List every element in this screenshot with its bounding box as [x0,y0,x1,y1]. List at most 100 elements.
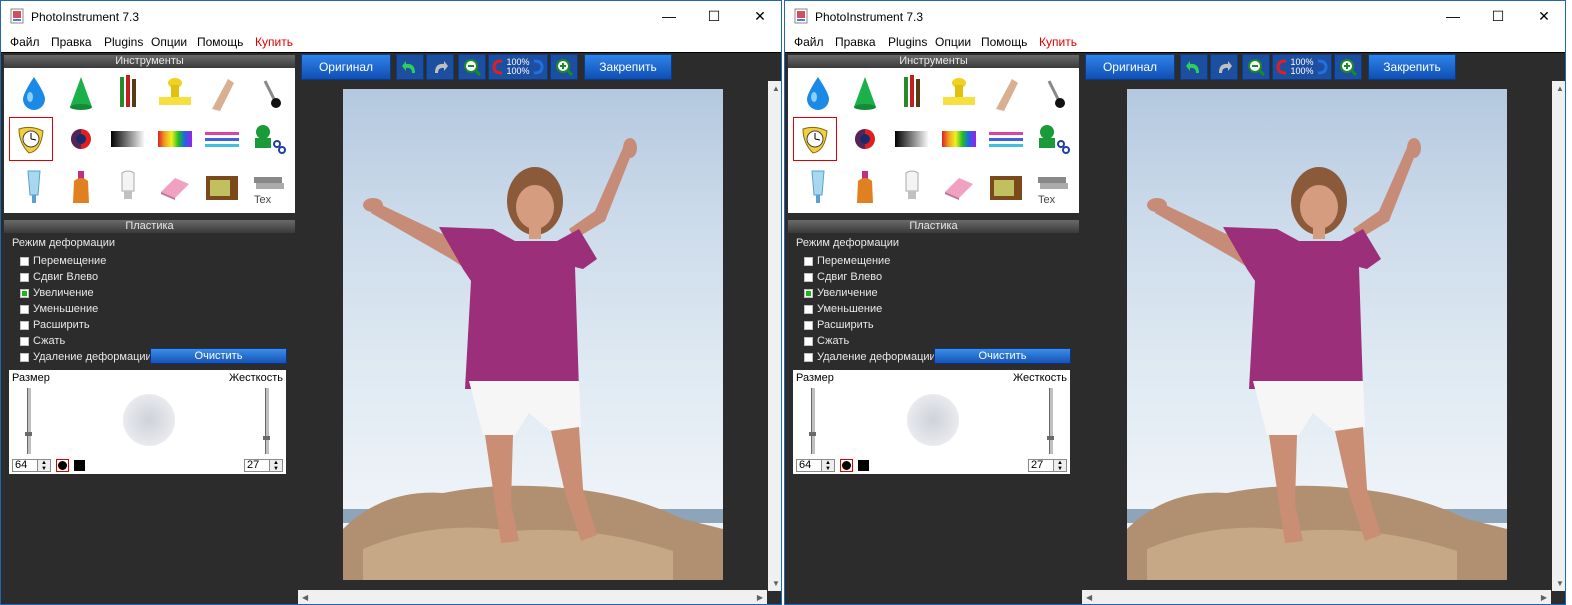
clear-button[interactable]: Очистить [150,348,287,364]
cut-icon[interactable] [1031,117,1075,161]
rainbow-icon[interactable] [937,117,981,161]
close-button[interactable]: ✕ [737,1,781,31]
option-move[interactable]: Перемещение [20,254,106,268]
option-expand[interactable]: Расширить [20,318,90,332]
zoom-100-icon[interactable]: 100% 100% [488,54,548,80]
cone-icon[interactable] [59,71,103,115]
checkbox[interactable] [804,352,813,362]
pin-button[interactable]: Закрепить [1368,54,1456,80]
water-drop-icon[interactable] [12,71,56,115]
cone-icon[interactable] [843,71,887,115]
hardness-slider[interactable] [265,388,269,454]
smudge-finger-icon[interactable] [200,71,244,115]
light-bulb-icon[interactable] [890,165,934,209]
option-shift-left[interactable]: Сдвиг Влево [20,270,98,284]
checkbox-checked[interactable] [804,288,813,298]
zoom-out-icon[interactable] [1242,54,1270,80]
menu-options[interactable]: Опции [151,35,187,49]
tv-icon[interactable] [984,165,1028,209]
menu-edit[interactable]: Правка [51,35,92,49]
size-slider[interactable] [27,388,31,454]
redo-icon[interactable] [1210,54,1238,80]
close-button[interactable]: ✕ [1521,1,1565,31]
spinner-arrows[interactable]: ▲ ▼ [38,459,51,472]
tube-icon[interactable] [796,165,840,209]
option-shrink[interactable]: Уменьшение [20,302,98,316]
pin-button[interactable]: Закрепить [584,54,672,80]
stamp-icon[interactable] [937,71,981,115]
menu-buy[interactable]: Купить [1039,35,1077,49]
spinner-arrows[interactable]: ▲ ▼ [1054,459,1067,472]
maximize-button[interactable]: ☐ [691,1,737,31]
vertical-scrollbar[interactable]: ▲ ▼ [768,81,781,591]
clone-pin-icon[interactable] [247,71,291,115]
zoom-out-icon[interactable] [458,54,486,80]
option-shrink[interactable]: Уменьшение [804,302,882,316]
checkbox[interactable] [804,256,813,266]
menu-buy[interactable]: Купить [255,35,293,49]
scroll-left-icon[interactable]: ◀ [302,593,308,602]
option-enlarge[interactable]: Увеличение [20,286,94,300]
size-slider[interactable] [811,388,815,454]
scroll-down-icon[interactable]: ▼ [772,579,780,588]
bottle-icon[interactable] [59,165,103,209]
menu-plugins[interactable]: Plugins [888,35,927,49]
red-eye-icon[interactable] [59,117,103,161]
horizontal-scrollbar[interactable]: ◀ ▶ [1082,590,1551,604]
brushes-icon[interactable] [106,71,150,115]
size-value[interactable]: 64 [796,459,822,472]
redo-icon[interactable] [426,54,454,80]
light-bulb-icon[interactable] [106,165,150,209]
zoom-in-icon[interactable] [550,54,578,80]
option-move[interactable]: Перемещение [804,254,890,268]
hardness-value[interactable]: 27 [1028,459,1054,472]
undo-icon[interactable] [396,54,424,80]
option-compress[interactable]: Сжать [804,334,849,348]
image-canvas[interactable]: ▲ ▼ [298,81,781,591]
scroll-right-icon[interactable]: ▶ [1541,593,1547,602]
option-compress[interactable]: Сжать [20,334,65,348]
text-icon[interactable]: Tex [1031,165,1075,209]
hardness-slider-thumb[interactable] [1047,436,1054,440]
checkbox[interactable] [20,272,29,282]
round-brush-icon[interactable] [840,459,853,472]
scroll-down-icon[interactable]: ▼ [1556,579,1564,588]
brushes-icon[interactable] [890,71,934,115]
size-spinner[interactable]: 64 ▲ ▼ [796,459,835,472]
size-spinner[interactable]: 64 ▲ ▼ [12,459,51,472]
checkbox[interactable] [20,256,29,266]
color-lines-icon[interactable] [984,117,1028,161]
checkbox[interactable] [804,320,813,330]
menu-help[interactable]: Помощь [197,35,243,49]
menu-options[interactable]: Опции [935,35,971,49]
scroll-up-icon[interactable]: ▲ [1556,84,1564,93]
cut-icon[interactable] [247,117,291,161]
tv-icon[interactable] [200,165,244,209]
checkbox[interactable] [20,352,29,362]
checkbox[interactable] [20,304,29,314]
option-remove-deform[interactable]: Удаление деформации [20,350,152,364]
color-lines-icon[interactable] [200,117,244,161]
image-canvas[interactable]: ▲ ▼ [1082,81,1565,591]
bottle-icon[interactable] [843,165,887,209]
minimize-button[interactable]: — [646,1,692,31]
scroll-up-icon[interactable]: ▲ [772,84,780,93]
plastic-clock-icon[interactable] [9,117,53,161]
menu-plugins[interactable]: Plugins [104,35,143,49]
square-brush-icon[interactable] [858,460,869,471]
red-eye-icon[interactable] [843,117,887,161]
scroll-right-icon[interactable]: ▶ [757,593,763,602]
original-button[interactable]: Оригинал [301,54,391,80]
menu-help[interactable]: Помощь [981,35,1027,49]
stamp-icon[interactable] [153,71,197,115]
size-slider-thumb[interactable] [25,432,32,436]
rainbow-icon[interactable] [153,117,197,161]
hardness-spinner[interactable]: 27 ▲ ▼ [244,459,283,472]
eraser-icon[interactable] [153,165,197,209]
hardness-value[interactable]: 27 [244,459,270,472]
gradient-icon[interactable] [106,117,150,161]
tube-icon[interactable] [12,165,56,209]
vertical-scrollbar[interactable]: ▲ ▼ [1552,81,1565,591]
hardness-spinner[interactable]: 27 ▲ ▼ [1028,459,1067,472]
clear-button[interactable]: Очистить [934,348,1071,364]
